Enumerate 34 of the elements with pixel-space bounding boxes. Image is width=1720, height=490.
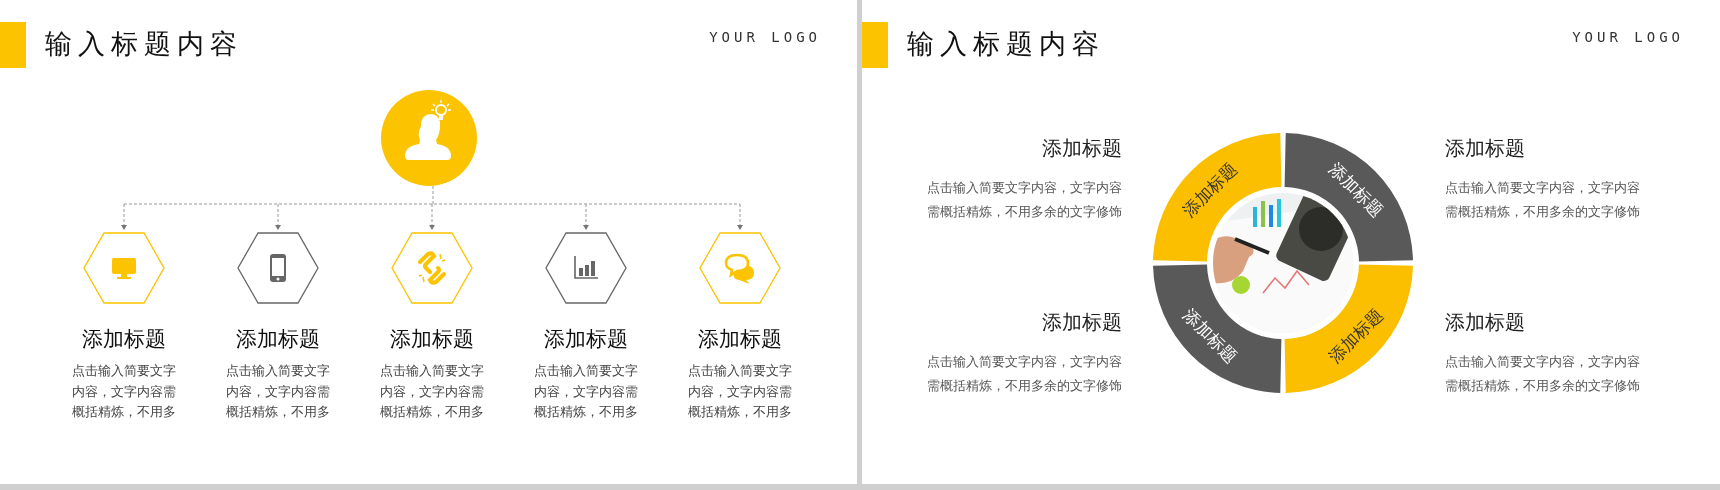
- item-title: 添加标题: [82, 326, 166, 353]
- item-description: 点击输入简要文字内容，文字内容需概括精炼，不用多: [226, 362, 330, 421]
- title-accent-bar: [0, 22, 26, 68]
- broken-link-icon: [418, 251, 446, 285]
- segment-label: 添加标题: [1324, 159, 1387, 222]
- item-title: 添加标题: [390, 326, 474, 353]
- phone-icon: [270, 254, 286, 282]
- note-title: 添加标题: [1445, 309, 1526, 336]
- item-description: 点击输入简要文字内容，文字内容需概括精炼，不用多: [534, 362, 638, 421]
- item-title: 添加标题: [698, 326, 782, 353]
- slide-title: 输入标题内容: [907, 27, 1105, 61]
- segment-label: 添加标题: [1324, 304, 1387, 367]
- item-title: 添加标题: [544, 326, 628, 353]
- item-description: 点击输入简要文字内容，文字内容需概括精炼，不用多: [72, 362, 176, 421]
- person-idea-icon: [380, 90, 477, 186]
- note-description: 点击输入简要文字内容，文字内容需概括精炼，不用多余的文字修饰: [1445, 353, 1640, 395]
- note-description: 点击输入简要文字内容，文字内容需概括精炼，不用多余的文字修饰: [927, 353, 1122, 395]
- item-description: 点击输入简要文字内容，文字内容需概括精炼，不用多: [380, 362, 484, 421]
- segment-label: 添加标题: [1179, 159, 1242, 222]
- note-title: 添加标题: [1042, 309, 1122, 336]
- monitor-icon: [112, 258, 136, 279]
- logo-text: YOUR LOGO: [1572, 28, 1685, 46]
- item-title: 添加标题: [236, 326, 320, 353]
- slide-title: 输入标题内容: [45, 27, 243, 61]
- item-description: 点击输入简要文字内容，文字内容需概括精炼，不用多: [688, 362, 792, 421]
- note-title: 添加标题: [1042, 135, 1122, 162]
- title-accent-bar: [862, 22, 888, 68]
- note-title: 添加标题: [1445, 135, 1526, 162]
- segment-label: 添加标题: [1179, 304, 1242, 367]
- chat-bubbles-icon: [724, 253, 754, 284]
- logo-text: YOUR LOGO: [709, 28, 822, 46]
- bar-chart-icon: [574, 255, 599, 279]
- note-description: 点击输入简要文字内容，文字内容需概括精炼，不用多余的文字修饰: [927, 179, 1122, 221]
- note-description: 点击输入简要文字内容，文字内容需概括精炼，不用多余的文字修饰: [1445, 179, 1640, 221]
